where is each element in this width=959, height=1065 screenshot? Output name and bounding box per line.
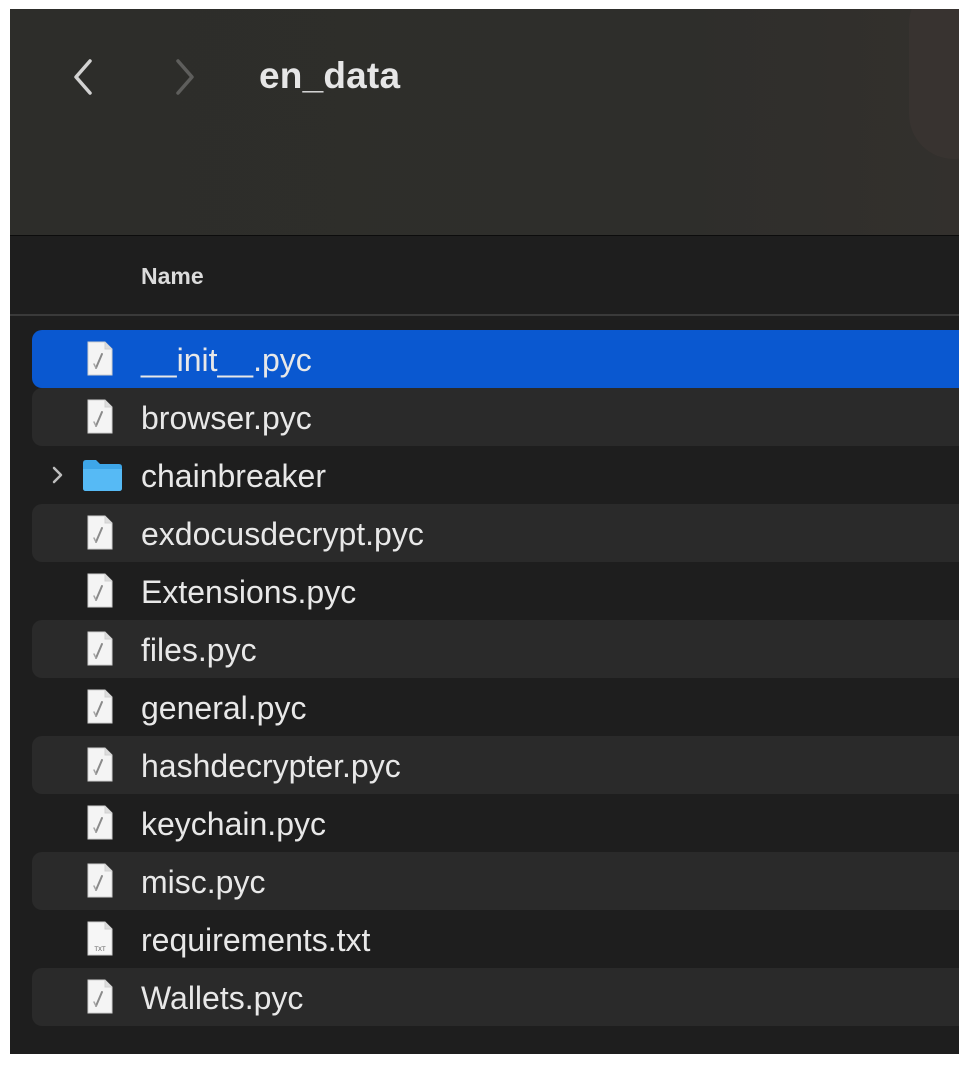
finder-window: en_data Name __init__.pyc browser.pyc chai… [10,9,959,1054]
chevron-left-icon [74,59,92,95]
file-name: keychain.pyc [141,806,326,842]
file-row[interactable]: browser.pyc [32,388,959,446]
file-name: hashdecrypter.pyc [141,748,401,784]
file-name: chainbreaker [141,458,326,494]
disclosure-triangle-icon[interactable] [50,463,66,487]
forward-button[interactable] [168,57,204,97]
python-compiled-file-icon [87,573,113,608]
file-name: Extensions.pyc [141,574,357,610]
file-name: browser.pyc [141,400,312,436]
folder-icon [83,460,122,491]
file-row[interactable]: misc.pyc [32,852,959,910]
file-list: __init__.pyc browser.pyc chainbreaker exdoc… [32,330,959,1026]
header-divider [10,314,959,316]
file-name: misc.pyc [141,864,266,900]
toolbar-background-shape [909,9,959,159]
python-compiled-file-icon [87,515,113,550]
python-compiled-file-icon [87,341,113,376]
file-row[interactable]: TXT requirements.txt [32,910,959,968]
folder-row[interactable]: chainbreaker [32,446,959,504]
python-compiled-file-icon [87,399,113,434]
file-row[interactable]: Wallets.pyc [32,968,959,1026]
python-compiled-file-icon [87,863,113,898]
file-row[interactable]: Extensions.pyc [32,562,959,620]
column-header-row: Name [10,236,959,314]
file-name: exdocusdecrypt.pyc [141,516,424,552]
file-name: general.pyc [141,690,307,726]
file-name: requirements.txt [141,922,371,958]
window-title: en_data [259,55,401,96]
column-header-name[interactable]: Name [141,263,204,290]
python-compiled-file-icon [87,805,113,840]
python-compiled-file-icon [87,979,113,1014]
python-compiled-file-icon [87,631,113,666]
file-row[interactable]: exdocusdecrypt.pyc [32,504,959,562]
toolbar: en_data [10,9,959,235]
text-file-icon: TXT [87,921,113,956]
file-name: Wallets.pyc [141,980,304,1016]
file-row[interactable]: hashdecrypter.pyc [32,736,959,794]
python-compiled-file-icon [87,689,113,724]
file-name: __init__.pyc [141,342,312,378]
file-name: files.pyc [141,632,257,668]
python-compiled-file-icon [87,747,113,782]
file-type-badge: TXT [94,947,106,953]
file-row[interactable]: general.pyc [32,678,959,736]
file-row[interactable]: __init__.pyc [32,330,959,388]
back-button[interactable] [66,57,102,97]
file-row[interactable]: files.pyc [32,620,959,678]
chevron-right-icon [176,59,194,95]
file-row[interactable]: keychain.pyc [32,794,959,852]
